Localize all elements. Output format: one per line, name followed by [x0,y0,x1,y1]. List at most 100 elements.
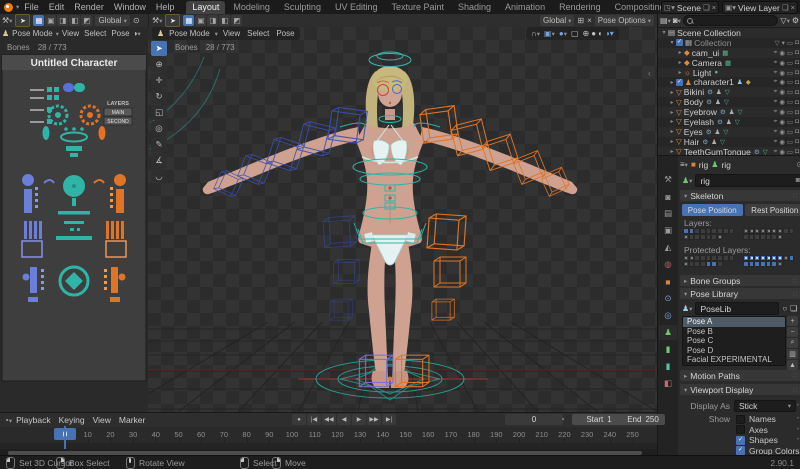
screen-toggle-icon[interactable]: ▭ [787,98,793,106]
timeline-editor-icon[interactable]: ◔▾ [4,416,12,425]
pointer-toggle-icon[interactable]: ⌖ [774,98,778,106]
timeline-ruler[interactable]: 0 01020304050607080901001101201301401501… [0,427,657,443]
filter-toggle-icon[interactable]: ▽ [775,39,780,47]
search-input[interactable] [683,15,778,26]
motion-paths-section-header[interactable]: ▸Motion Paths∷ [678,370,800,381]
camera-toggle-icon[interactable]: ◘ [795,148,799,155]
outliner-row[interactable]: ▾✓▦Collection▽▾▭◘ [658,38,800,48]
pose-list-item[interactable]: Facial EXPERIMENTAL [683,355,785,365]
copy-icon[interactable]: ❏ [790,304,797,313]
decorator-dot[interactable]: • [797,416,799,422]
tool-move[interactable]: ✛ [151,73,167,88]
properties-tab-object-data[interactable]: ♟ [659,325,677,340]
active-tool-icon[interactable]: ⚒▾ [2,16,12,25]
properties-editor-icon[interactable]: ≡▾ [680,160,688,169]
scene-canvas[interactable] [148,27,657,412]
layer-toggle[interactable] [717,234,723,240]
layer-toggle[interactable] [789,255,795,261]
picker-layer-buttons[interactable]: LAYERS MAIN SECOND [104,101,132,125]
screen-toggle-icon[interactable]: ▭ [787,148,793,155]
pose-list-item[interactable]: Pose C [683,336,785,346]
menu-render[interactable]: Render [69,1,109,14]
camera-toggle-icon[interactable]: ◘ [795,138,799,145]
pointer-toggle-icon[interactable]: ⌖ [774,128,778,136]
expand-icon[interactable]: ▸ [668,79,676,86]
scrollbar-thumb[interactable] [8,451,642,455]
pointer-toggle-icon[interactable]: ⌖ [774,108,778,116]
properties-tab-view-layer[interactable]: ▣ [659,223,677,238]
camera-toggle-icon[interactable]: ◘ [795,89,799,96]
menu-view[interactable]: View [93,415,111,425]
expand-icon[interactable]: ▸ [668,118,676,125]
chevron-toggle-icon[interactable]: ▾ [782,39,785,47]
shading-material-preview[interactable]: ◐ [598,29,603,38]
outliner-editor-icon[interactable]: ▤▾ [660,16,671,25]
menu-window[interactable]: Window [109,1,151,14]
screen-toggle-icon[interactable]: ▭ [787,118,793,126]
layer-toggle[interactable] [789,228,795,234]
menu-select[interactable]: Select [247,29,269,38]
expand-icon[interactable]: ▸ [668,109,676,116]
outliner-row[interactable]: ▸✓♟character1♟◆⌖◉▭◘ [658,77,800,87]
decorator-dot[interactable]: • [797,427,799,433]
expand-icon[interactable]: ▾ [668,39,676,46]
outliner-row[interactable]: ▸▽Eyebrow⚙♟▽⌖◉▭◘ [658,107,800,117]
collection-checkbox[interactable]: ✓ [676,39,683,46]
screen-toggle-icon[interactable]: ▭ [787,108,793,116]
layer-toggle[interactable] [777,261,783,267]
prev-key-button[interactable]: ◀◀ [322,414,336,425]
screen-toggle-icon[interactable]: ▭ [787,128,793,136]
select-mode-extend[interactable]: ▣ [195,15,206,26]
properties-tab-physics[interactable]: ◎ [659,308,677,323]
outliner-row[interactable]: ▸▽TeethGumTongue⚙▽⌖◉▭◘ [658,147,800,155]
options-icon[interactable]: ⚙ [792,16,799,25]
viewport-display-section-header[interactable]: ▾Viewport Display∷ [678,384,800,395]
skeleton-section-header[interactable]: ▾Skeleton∷ [678,190,800,201]
layer-toggle[interactable] [777,234,783,240]
tool-select-box[interactable]: ➤ [151,41,167,56]
decorator-dot[interactable]: • [797,437,799,443]
pose-library-section-header[interactable]: ▾Pose Library∷ [678,288,800,299]
select-mode-extend[interactable]: ▣ [45,15,56,26]
camera-toggle-icon[interactable]: ◘ [795,109,799,116]
eye-toggle-icon[interactable]: ◉ [779,138,785,146]
tool-transform[interactable]: ◎ [151,121,167,136]
collection-checkbox[interactable]: ✓ [676,79,683,86]
layer-toggle[interactable] [729,228,735,234]
breadcrumb-object[interactable]: rig [699,160,708,170]
pointer-toggle-icon[interactable]: ⌖ [774,118,778,126]
eye-toggle-icon[interactable]: ◉ [779,88,785,96]
pose-move-up-button[interactable]: ▲ [787,360,798,370]
checkbox-names[interactable] [736,415,745,424]
properties-tab-object[interactable]: ■ [659,274,677,289]
outliner-row[interactable]: ▸◆Camera▦⌖◉▭◘ [658,58,800,68]
eye-toggle-icon[interactable]: ◉ [779,148,785,155]
screen-toggle-icon[interactable]: ▭ [787,138,793,146]
blender-logo-icon[interactable] [4,3,13,12]
decorator-dot[interactable]: • [797,448,799,454]
select-mode-set[interactable]: ▦ [33,15,44,26]
bone-groups-section-header[interactable]: ▸Bone Groups∷ [678,275,800,286]
screen-toggle-icon[interactable]: ▭ [787,69,793,77]
shading-rendered[interactable]: ◑▾ [605,29,614,38]
shading-solid[interactable]: ● [591,29,596,38]
play-reverse-button[interactable]: ◀ [337,414,351,425]
tool-pose-breakdowner[interactable]: ◡ [151,169,167,184]
armature-name-field[interactable]: rig ◙ [695,174,800,187]
expand-icon[interactable]: ▸ [676,49,684,56]
menu-pose[interactable]: Pose [276,29,294,38]
snap-target-icon[interactable]: ▣▾ [544,29,555,38]
menu-view[interactable]: View [62,29,79,38]
expand-icon[interactable]: ▸ [676,59,684,66]
eye-toggle-icon[interactable]: ◉ [779,69,785,77]
pointer-toggle-icon[interactable]: ⌖ [774,148,778,155]
workspace-tab-layout[interactable]: Layout [186,1,225,14]
pose-library-field[interactable]: PoseLib [695,302,779,315]
camera-toggle-icon[interactable]: ◘ [795,79,799,86]
eye-toggle-icon[interactable]: ◉ [779,49,785,57]
layer-toggle[interactable] [717,261,723,267]
display-mode-icon[interactable]: ◙▾ [673,16,681,25]
properties-tab-scene[interactable]: ◭ [659,240,677,255]
pose-position-button[interactable]: Pose Position [682,204,743,216]
expand-icon[interactable]: ▸ [668,99,676,106]
